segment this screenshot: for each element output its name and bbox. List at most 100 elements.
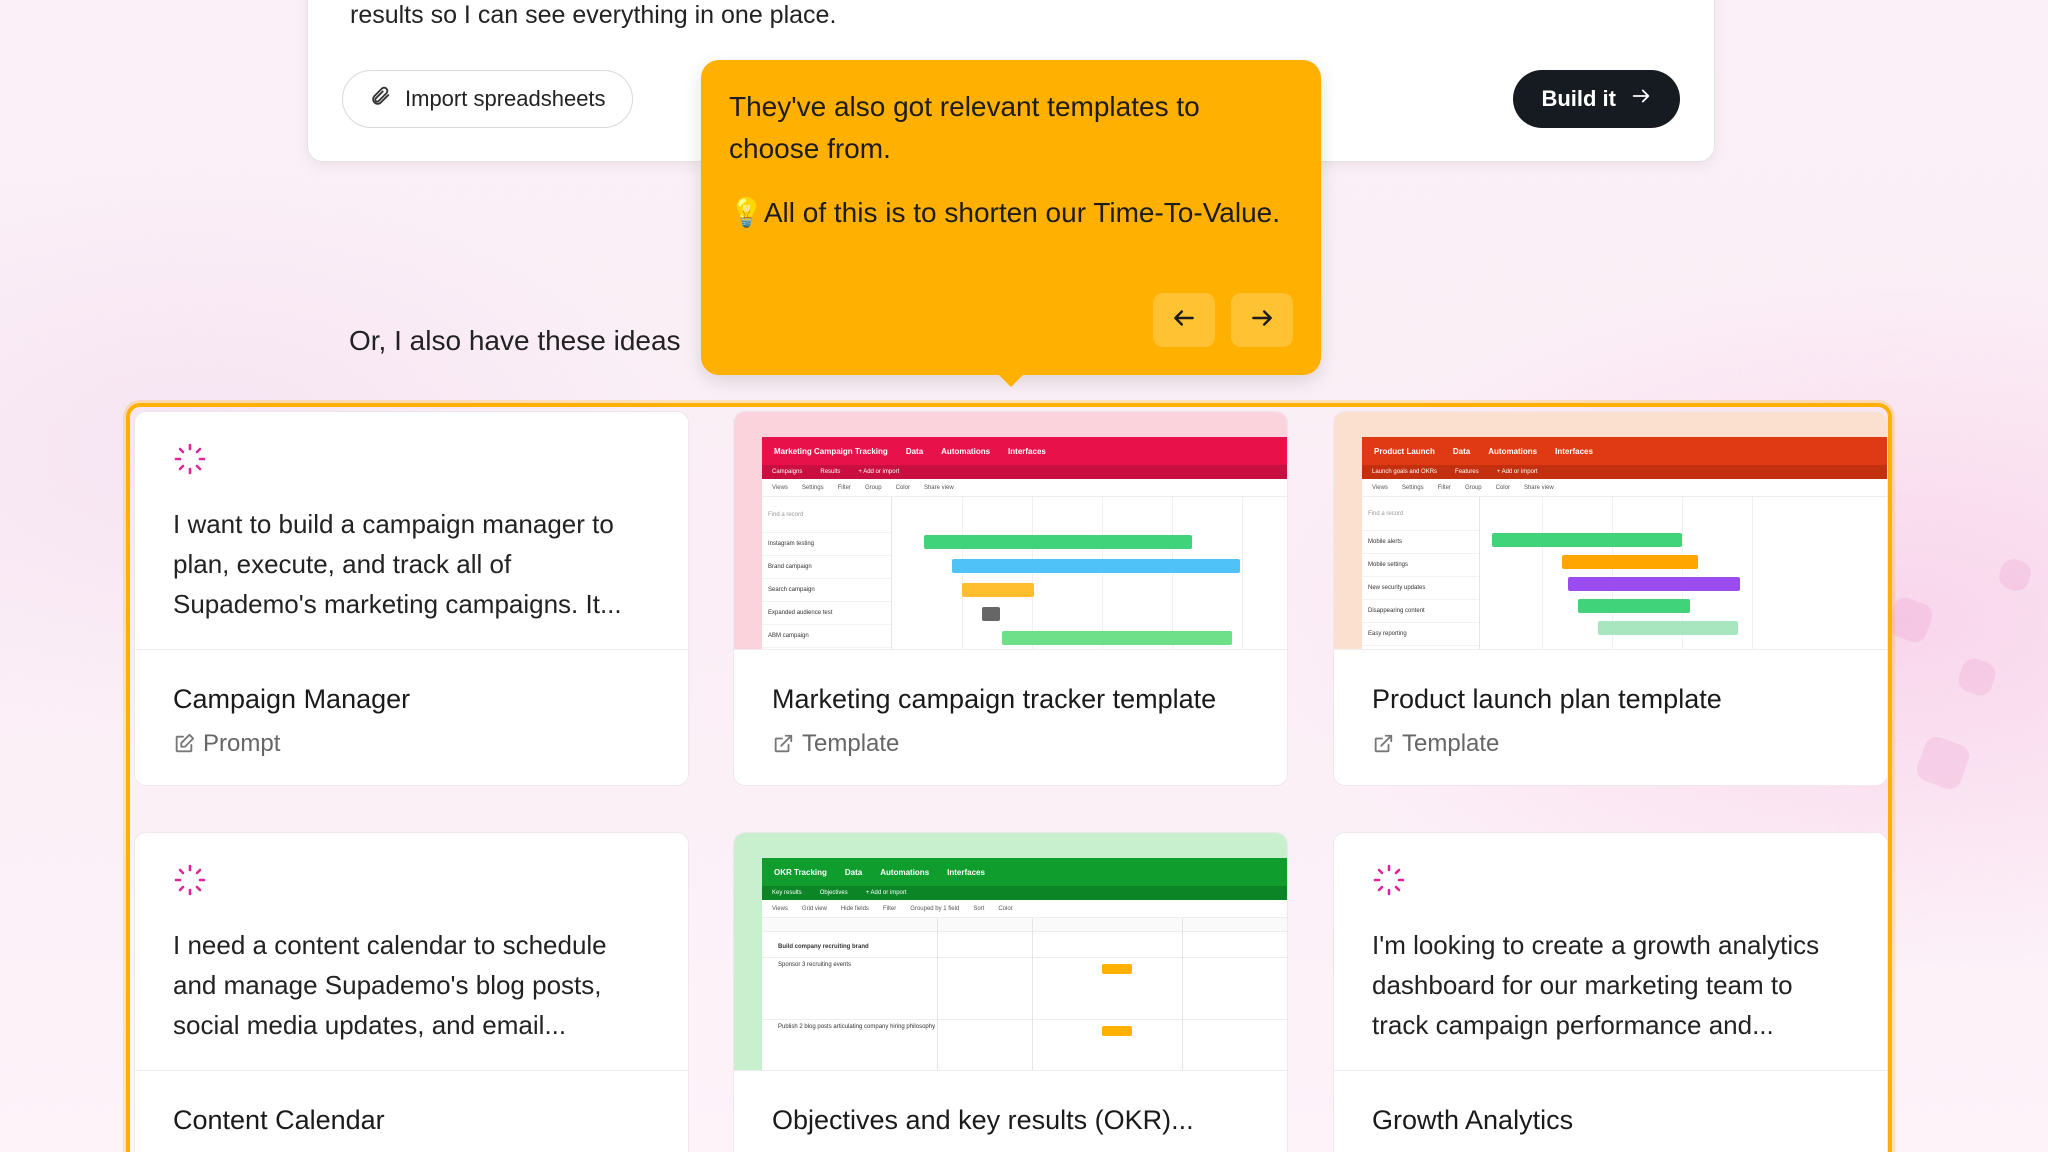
card-description: I need a content calendar to schedule an… bbox=[173, 930, 607, 1040]
thumb-gridline bbox=[937, 918, 938, 1070]
thumb-tab: Features bbox=[1455, 469, 1479, 475]
thumb-row: Disappearing content bbox=[1362, 600, 1479, 623]
thumb-tab-interfaces: Interfaces bbox=[947, 867, 985, 877]
thumb-record-list: Find a record Mobile alerts Mobile setti… bbox=[1362, 497, 1480, 649]
idea-card-campaign-manager[interactable]: I want to build a campaign manager to pl… bbox=[134, 411, 689, 786]
thumb-row: ABM campaign bbox=[762, 625, 891, 648]
sparkle-icon bbox=[174, 443, 206, 475]
thumb-gridline bbox=[1172, 497, 1173, 649]
card-preview: I want to build a campaign manager to pl… bbox=[135, 412, 688, 650]
external-link-icon bbox=[1374, 734, 1393, 753]
thumb-row bbox=[762, 918, 1287, 932]
thumb-gridline bbox=[1542, 497, 1543, 649]
tooltip-next-button[interactable] bbox=[1231, 293, 1293, 347]
thumb-tool: Color bbox=[1495, 484, 1510, 491]
thumb-toolbar: Views Settings Filter Group Color Share view bbox=[762, 479, 1287, 497]
thumb-tool: Group bbox=[1464, 484, 1482, 491]
idea-card-product-launch[interactable]: Product Launch Data Automations Interfac… bbox=[1333, 411, 1888, 786]
thumb-tab-data: Data bbox=[844, 867, 863, 877]
card-footer: Campaign Manager Prompt bbox=[135, 650, 688, 785]
card-title: Product launch plan template bbox=[1372, 684, 1722, 714]
thumb-tool: Sort bbox=[973, 905, 985, 912]
card-type-label: Template bbox=[802, 730, 900, 757]
card-footer: Growth Analytics bbox=[1334, 1071, 1887, 1152]
arrow-right-icon bbox=[1249, 305, 1275, 336]
thumb-tool: Settings bbox=[1401, 484, 1424, 491]
thumb-tabs: Launch goals and OKRs Features + Add or im… bbox=[1362, 465, 1887, 479]
thumb-row: Brand campaign bbox=[762, 556, 891, 579]
thumb-row: Build company recruiting brand bbox=[762, 936, 1287, 958]
thumb-tool: Views bbox=[1372, 484, 1388, 491]
thumb-tab: + Add or import bbox=[1496, 469, 1538, 475]
import-label: Import spreadsheets bbox=[405, 86, 606, 111]
card-title: Marketing campaign tracker template bbox=[772, 684, 1217, 714]
thumb-tab-automations: Automations bbox=[941, 446, 991, 456]
thumb-record-list: Find a record Instagram testing Brand ca… bbox=[762, 497, 892, 649]
thumb-tool: Color bbox=[895, 484, 910, 491]
card-type: Template bbox=[1372, 730, 1499, 758]
thumb-gantt-bar bbox=[952, 559, 1240, 573]
tooltip-line-1: They've also got relevant templates to c… bbox=[729, 91, 1200, 164]
card-footer: Marketing campaign tracker template Temp… bbox=[734, 650, 1287, 785]
idea-card-marketing-tracker[interactable]: Marketing Campaign Tracking Data Automat… bbox=[733, 411, 1288, 786]
card-preview: Product Launch Data Automations Interfac… bbox=[1334, 412, 1887, 650]
thumb-gridline bbox=[1752, 497, 1753, 649]
card-title: Objectives and key results (OKR)... bbox=[772, 1105, 1194, 1135]
sparkle-icon bbox=[1373, 864, 1405, 896]
tooltip-prev-button[interactable] bbox=[1153, 293, 1215, 347]
walkthrough-tooltip: They've also got relevant templates to c… bbox=[701, 60, 1321, 387]
ideas-heading: Or, I also have these ideas bbox=[349, 325, 681, 356]
external-link-icon bbox=[774, 734, 793, 753]
thumb-tab-automations: Automations bbox=[1488, 446, 1538, 456]
card-type-label: Prompt bbox=[203, 730, 281, 757]
thumb-row: Mobile settings bbox=[1362, 554, 1479, 577]
thumb-tab: Campaigns bbox=[772, 469, 803, 475]
idea-card-content-calendar[interactable]: I need a content calendar to schedule an… bbox=[134, 832, 689, 1152]
thumb-header: Marketing Campaign Tracking Data Automat… bbox=[762, 437, 1287, 465]
thumb-tab: + Add or import bbox=[865, 890, 907, 896]
thumb-quarter-tag bbox=[1102, 964, 1132, 974]
thumb-row: Instagram testing bbox=[762, 533, 891, 556]
thumb-tab: Objectives bbox=[819, 890, 848, 896]
background-decoration bbox=[1955, 655, 1999, 699]
thumb-tab-data: Data bbox=[1452, 446, 1471, 456]
thumb-row: Sponsor 3 recruiting events bbox=[762, 958, 1287, 1020]
thumb-gridline bbox=[1032, 918, 1033, 1070]
thumb-gridline bbox=[1102, 497, 1103, 649]
card-type: Template bbox=[772, 730, 899, 758]
thumb-tool: Filter bbox=[1437, 484, 1451, 491]
thumb-tab: Launch goals and OKRs bbox=[1372, 469, 1438, 475]
thumb-tool: Filter bbox=[837, 484, 851, 491]
thumb-row: Find a record bbox=[1362, 497, 1479, 531]
thumb-tool: Group bbox=[864, 484, 882, 491]
thumb-gridline bbox=[1032, 497, 1033, 649]
thumb-gantt-bar bbox=[982, 607, 1000, 621]
thumb-gridline bbox=[1182, 918, 1183, 1070]
prompt-text[interactable]: results so I can see everything in one p… bbox=[350, 1, 836, 30]
thumb-tab-interfaces: Interfaces bbox=[1008, 446, 1046, 456]
thumb-tab: Results bbox=[820, 469, 841, 475]
build-it-button[interactable]: Build it bbox=[1513, 70, 1680, 128]
arrow-right-icon bbox=[1630, 85, 1652, 113]
template-thumbnail: OKR Tracking Data Automations Interfaces… bbox=[762, 858, 1287, 1070]
thumb-body: Find a record Instagram testing Brand ca… bbox=[762, 497, 1287, 649]
thumb-gantt-bar bbox=[1568, 577, 1740, 591]
thumb-gantt-bar bbox=[924, 535, 1192, 549]
thumb-toolbar: Views Settings Filter Group Color Share view bbox=[1362, 479, 1887, 497]
card-title: Content Calendar bbox=[173, 1105, 385, 1135]
card-footer: Objectives and key results (OKR)... bbox=[734, 1071, 1287, 1152]
edit-icon bbox=[175, 733, 195, 753]
template-thumbnail: Product Launch Data Automations Interfac… bbox=[1362, 437, 1887, 649]
background-decoration bbox=[1884, 594, 1936, 646]
thumb-gantt-bar bbox=[1002, 631, 1232, 645]
idea-card-okr[interactable]: OKR Tracking Data Automations Interfaces… bbox=[733, 832, 1288, 1152]
thumb-tool: Settings bbox=[801, 484, 824, 491]
thumb-tool: Grouped by 1 field bbox=[910, 905, 960, 912]
idea-card-growth-analytics[interactable]: I'm looking to create a growth analytics… bbox=[1333, 832, 1888, 1152]
thumb-row: Publish 2 blog posts articulating compan… bbox=[762, 1020, 1287, 1070]
thumb-tool: Views bbox=[772, 905, 788, 912]
import-spreadsheets-button[interactable]: Import spreadsheets bbox=[342, 70, 633, 128]
thumb-toolbar: Views Grid view Hide fields Filter Grouped b… bbox=[762, 900, 1287, 918]
thumb-row: Mobile alerts bbox=[1362, 531, 1479, 554]
thumb-row: Search campaign bbox=[762, 579, 891, 602]
